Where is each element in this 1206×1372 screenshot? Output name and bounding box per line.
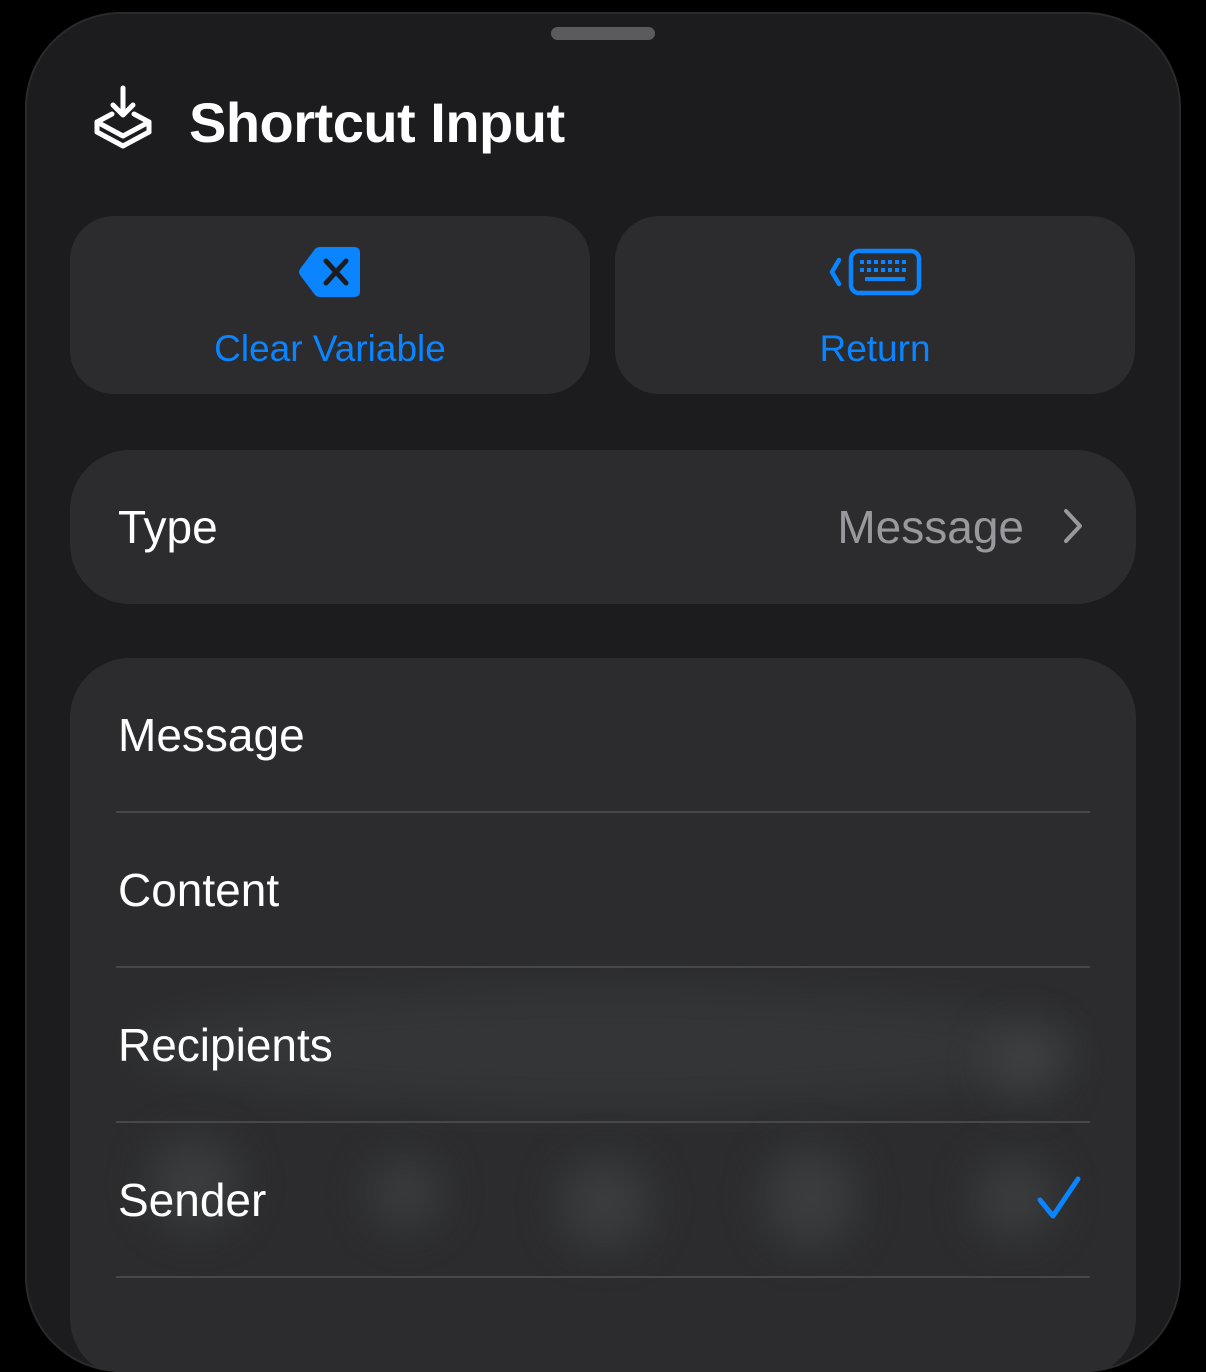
delete-left-icon xyxy=(70,242,590,302)
input-sheet: Shortcut Input Clear Variable Return Typ… xyxy=(25,12,1181,1372)
list-item-label: Content xyxy=(118,864,280,916)
shortcut-input-icon xyxy=(91,82,155,162)
type-options-list: Message Content Recipients Sender xyxy=(70,658,1136,1372)
type-label: Type xyxy=(118,501,218,553)
sheet-grabber[interactable] xyxy=(551,27,655,40)
divider xyxy=(116,1276,1090,1278)
list-item-message[interactable]: Message xyxy=(70,658,1136,813)
checkmark-icon xyxy=(1036,1175,1082,1226)
list-item-label: Recipients xyxy=(118,1019,333,1071)
return-label: Return xyxy=(819,328,931,369)
sheet-header: Shortcut Input xyxy=(91,82,565,162)
clear-variable-label: Clear Variable xyxy=(214,328,446,369)
chevron-right-icon xyxy=(1062,508,1084,549)
clear-variable-button[interactable]: Clear Variable xyxy=(70,216,590,394)
keyboard-return-icon xyxy=(615,242,1135,302)
type-selector-row[interactable]: Type Message xyxy=(70,450,1136,604)
type-value: Message xyxy=(837,501,1024,553)
list-item-label: Message xyxy=(118,709,305,761)
list-item-sender[interactable]: Sender xyxy=(70,1123,1136,1278)
return-button[interactable]: Return xyxy=(615,216,1135,394)
list-item-content[interactable]: Content xyxy=(70,813,1136,968)
list-item-label: Sender xyxy=(118,1174,267,1226)
page-title: Shortcut Input xyxy=(189,90,565,154)
list-item-recipients[interactable]: Recipients xyxy=(70,968,1136,1123)
